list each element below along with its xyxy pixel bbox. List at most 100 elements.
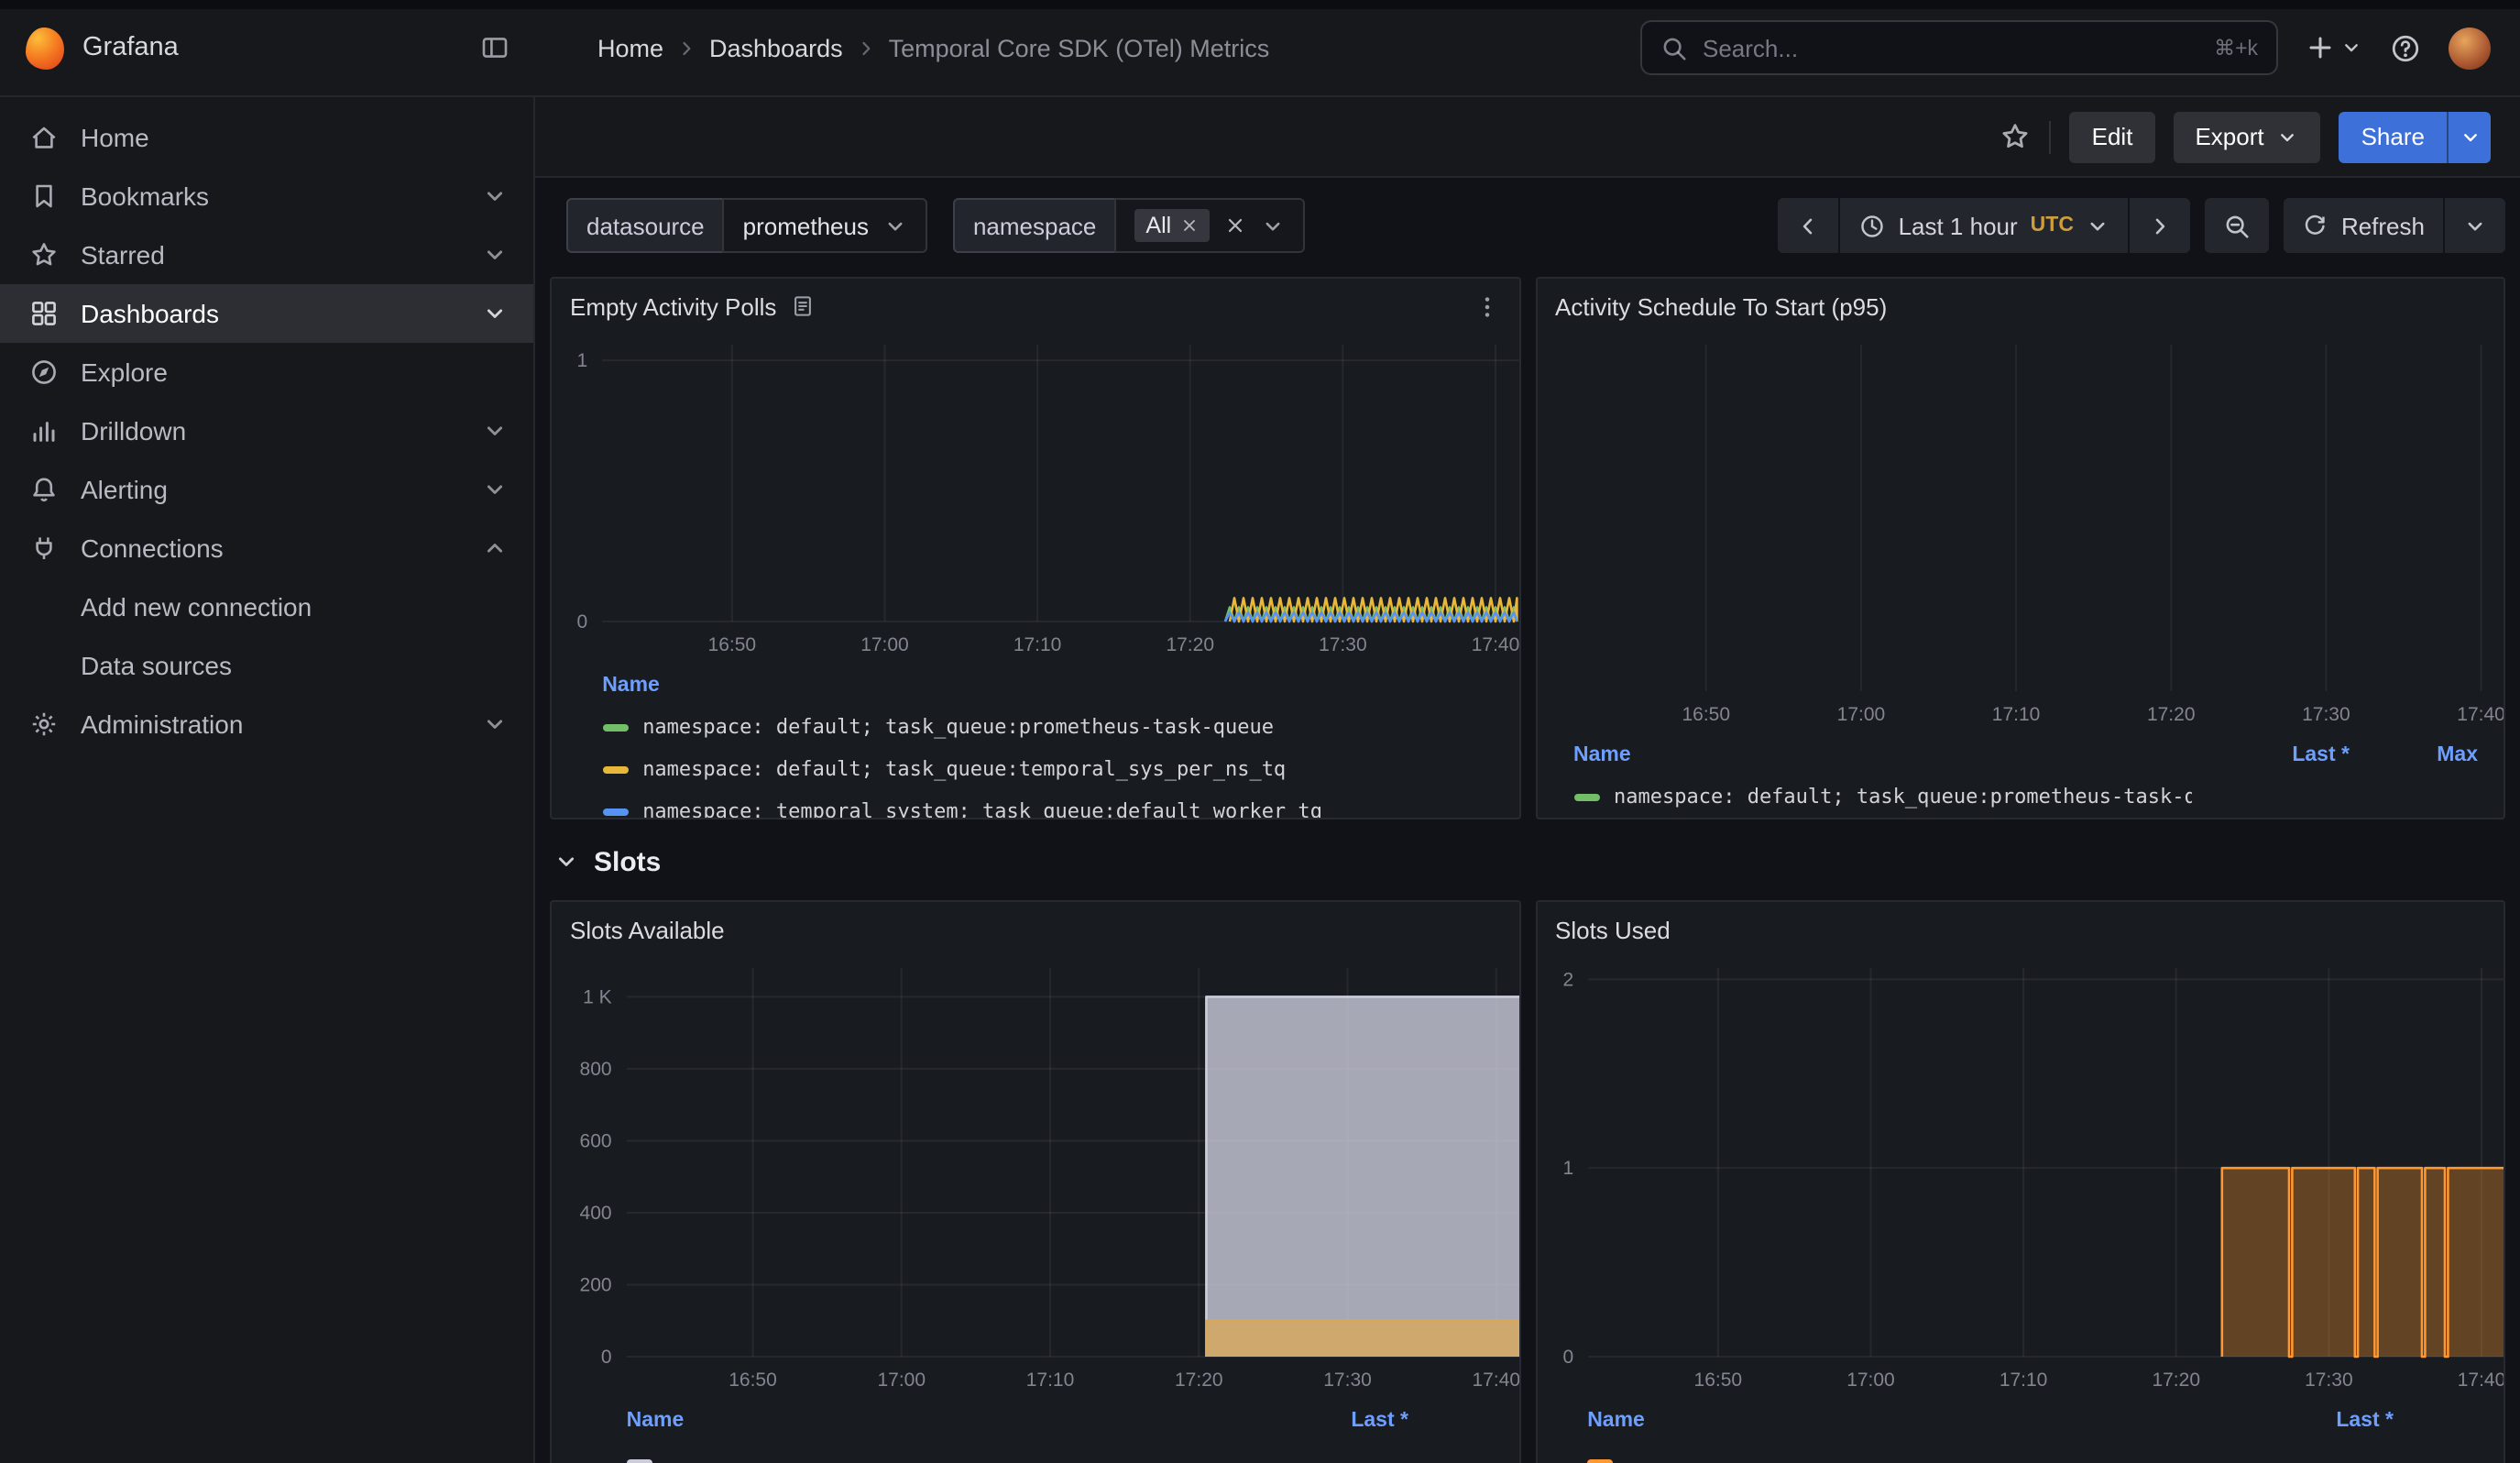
share-menu-button[interactable] <box>2447 111 2491 162</box>
chevron-down-icon[interactable] <box>482 301 508 326</box>
legend-col-value[interactable]: Last * <box>2221 744 2350 766</box>
search-input[interactable] <box>1703 34 2199 61</box>
export-button[interactable]: Export <box>2173 111 2320 162</box>
time-range-picker[interactable]: Last 1 hour UTC <box>1838 198 2129 253</box>
breadcrumb-dashboards[interactable]: Dashboards <box>709 34 843 61</box>
close-icon[interactable] <box>1180 216 1199 235</box>
legend-item[interactable]: namespace: default; task_queue:temporal_… <box>602 748 1493 790</box>
home-icon <box>29 123 59 152</box>
sidebar-item-administration[interactable]: Administration <box>0 695 533 754</box>
breadcrumb-home[interactable]: Home <box>597 34 663 61</box>
datasource-select[interactable]: prometheus <box>723 198 927 253</box>
chart-canvas: 16:5017:0017:1017:2017:3017:40 <box>1551 334 2505 732</box>
namespace-variable: namespace All <box>953 198 1305 253</box>
chevron-down-icon[interactable] <box>482 477 508 502</box>
share-split-button: Share <box>2339 111 2491 162</box>
sidebar-item-alerting[interactable]: Alerting <box>0 460 533 519</box>
chevron-down-icon[interactable] <box>482 183 508 209</box>
chart-legend: NameLast * <box>1537 1397 2504 1463</box>
help-icon[interactable] <box>2390 32 2421 63</box>
legend-item[interactable]: namespace: default; task_queue:prometheu… <box>1573 776 2478 818</box>
sidebar-item-home[interactable]: Home <box>0 108 533 167</box>
legend-item[interactable]: namespace: temporal_system; task_queue:d… <box>602 790 1493 818</box>
sidebar-item-add-new-connection[interactable]: Add new connection <box>0 578 533 636</box>
panel-description-icon[interactable] <box>789 293 815 319</box>
new-dropdown-button[interactable] <box>2306 33 2362 62</box>
search-box[interactable]: ⌘+k <box>1640 20 2278 75</box>
edit-button[interactable]: Edit <box>2070 111 2155 162</box>
legend-item[interactable] <box>1587 1441 2394 1463</box>
sidebar-item-connections[interactable]: Connections <box>0 519 533 578</box>
share-button[interactable]: Share <box>2339 111 2447 162</box>
panel-header[interactable]: Activity Schedule To Start (p95) <box>1537 279 2504 334</box>
legend-col-name[interactable]: Name <box>602 675 1493 697</box>
plug-icon <box>29 534 59 563</box>
zoom-out-button[interactable] <box>2206 198 2270 253</box>
legend-header: NameLast *Max <box>1573 735 2478 776</box>
grafana-app: { "colors": { "accent_blue": "#3D71D9", … <box>0 0 2520 1463</box>
favorite-star-icon[interactable] <box>2000 121 2032 152</box>
refresh-interval-button[interactable] <box>2443 198 2505 253</box>
timeseries-chart[interactable]: 16:5017:0017:1017:2017:3017:400200400600… <box>552 957 1518 1397</box>
sidebar-item-starred[interactable]: Starred <box>0 226 533 284</box>
svg-text:17:20: 17:20 <box>2151 1370 2199 1391</box>
chevron-up-icon[interactable] <box>482 535 508 561</box>
time-shift-back-button[interactable] <box>1778 198 1838 253</box>
sidebar-item-label: Dashboards <box>81 299 460 328</box>
timeseries-chart[interactable]: 16:5017:0017:1017:2017:3017:4001 <box>552 334 1518 662</box>
series-color-swatch <box>602 765 628 773</box>
panel-header[interactable]: Slots Used <box>1537 902 2504 957</box>
chart-canvas: 16:5017:0017:1017:2017:3017:40012 <box>1551 957 2505 1397</box>
chevron-down-icon[interactable] <box>482 711 508 737</box>
svg-text:0: 0 <box>1562 1347 1573 1368</box>
dock-menu-icon[interactable] <box>480 33 509 62</box>
sidebar-item-label: Data sources <box>81 651 508 680</box>
panel-title: Empty Activity Polls <box>570 292 776 320</box>
legend-col-name[interactable]: Name <box>1573 744 2221 766</box>
timeseries-chart[interactable]: 16:5017:0017:1017:2017:3017:40 <box>1537 334 2504 732</box>
panel-header[interactable]: Empty Activity Polls <box>552 279 1518 334</box>
legend-col-name[interactable]: Name <box>1587 1410 2265 1432</box>
sidebar-item-dashboards[interactable]: Dashboards <box>0 284 533 343</box>
sidebar-item-bookmarks[interactable]: Bookmarks <box>0 167 533 226</box>
legend-item[interactable]: namespace: default; task_queue:prometheu… <box>602 706 1493 748</box>
brand-area: Grafana <box>0 27 535 69</box>
plus-icon <box>2306 33 2335 62</box>
namespace-all-chip[interactable]: All <box>1134 209 1210 242</box>
panel-title: Slots Used <box>1555 916 1671 943</box>
svg-text:16:50: 16:50 <box>729 1370 777 1391</box>
panel-header[interactable]: Slots Available <box>552 902 1518 957</box>
kebab-menu-icon[interactable] <box>1473 292 1500 320</box>
chevron-down-icon <box>2087 214 2110 237</box>
chart-legend: NameLast *Maxnamespace: default; task_qu… <box>1537 732 2504 818</box>
chevron-down-icon[interactable] <box>482 418 508 444</box>
user-avatar[interactable] <box>2449 27 2491 69</box>
legend-col-value[interactable]: Last * <box>2265 1410 2394 1432</box>
namespace-select[interactable]: All <box>1114 198 1305 253</box>
row-header-slots[interactable]: Slots <box>553 834 661 889</box>
time-shift-forward-button[interactable] <box>2129 198 2191 253</box>
chevron-left-icon <box>1796 214 1820 237</box>
clear-selection-icon[interactable] <box>1224 214 1246 236</box>
panel-empty-activity-polls: Empty Activity Polls 16:5017:0017:1017:2… <box>550 277 1520 820</box>
legend-col-value[interactable]: Last * <box>1280 1410 1408 1432</box>
star-icon <box>29 240 59 270</box>
sidebar-item-drilldown[interactable]: Drilldown <box>0 402 533 460</box>
sidebar-item-data-sources[interactable]: Data sources <box>0 636 533 695</box>
chevron-down-icon[interactable] <box>482 242 508 268</box>
sidebar-item-label: Alerting <box>81 475 460 504</box>
legend-col-value[interactable]: Max <box>2350 744 2478 766</box>
svg-text:16:50: 16:50 <box>1693 1370 1742 1391</box>
chart-legend: NameLast * <box>552 1397 1518 1463</box>
sidebar-item-label: Starred <box>81 240 460 270</box>
refresh-button[interactable]: Refresh <box>2284 198 2443 253</box>
sidebar-item-explore[interactable]: Explore <box>0 343 533 402</box>
svg-text:17:30: 17:30 <box>1319 634 1367 655</box>
legend-col-name[interactable]: Name <box>627 1410 1280 1432</box>
zoom-out-group <box>2206 198 2270 253</box>
timeseries-chart[interactable]: 16:5017:0017:1017:2017:3017:40012 <box>1537 957 2504 1397</box>
svg-text:17:00: 17:00 <box>860 634 909 655</box>
svg-text:0: 0 <box>577 611 588 632</box>
legend-item[interactable] <box>627 1441 1408 1463</box>
svg-text:17:40: 17:40 <box>2457 1370 2505 1391</box>
